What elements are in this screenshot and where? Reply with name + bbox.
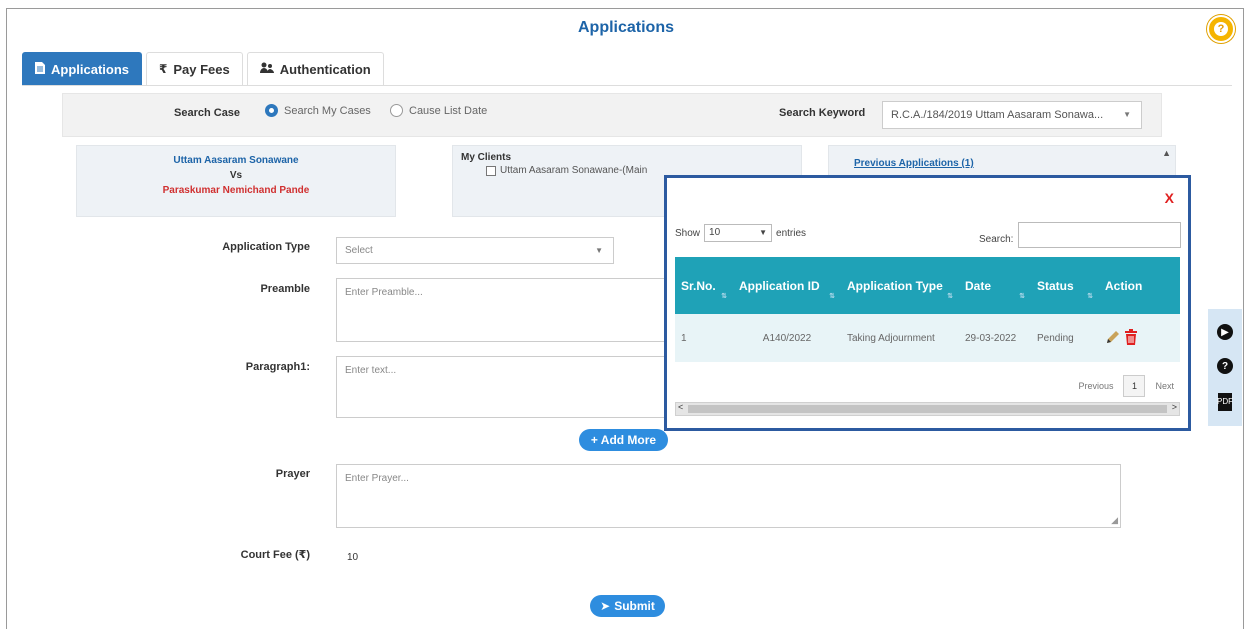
table-search-label: Search: (979, 234, 1014, 245)
cell-date: 29-03-2022 (959, 314, 1031, 362)
pagination-page[interactable]: 1 (1123, 375, 1146, 397)
radio-search-my-cases[interactable]: Search My Cases (265, 104, 371, 117)
preamble-placeholder: Enter Preamble... (345, 287, 423, 298)
application-type-value: Select (345, 245, 373, 256)
resize-handle-icon[interactable]: ◢ (1111, 515, 1118, 526)
radio-search-my-cases-label: Search My Cases (284, 104, 371, 117)
chevron-down-icon: ▼ (1123, 110, 1131, 119)
column-header: Action (1099, 257, 1180, 314)
sort-icon: ⇅ (721, 293, 727, 300)
search-bar: Search Case Search My Cases Cause List D… (62, 93, 1162, 137)
cell-status: Pending (1031, 314, 1099, 362)
cell-application-id: A140/2022 (733, 314, 841, 362)
search-keyword-label: Search Keyword (779, 107, 866, 119)
my-clients-title: My Clients (461, 152, 512, 163)
previous-applications-link[interactable]: Previous Applications (1) (854, 158, 974, 169)
entries-select[interactable]: 10 ▼ (704, 224, 773, 242)
court-fee-label: Court Fee (₹) (240, 549, 310, 561)
paragraph1-placeholder: Enter text... (345, 365, 397, 376)
petitioner-name: Uttam Aasaram Sonawane (173, 155, 299, 166)
scroll-right-icon[interactable]: > (1172, 402, 1177, 412)
pagination: Previous 1 Next (1078, 375, 1174, 397)
rupee-icon: ₹ (159, 62, 168, 76)
client-name: Uttam Aasaram Sonawane-(Main (500, 165, 648, 176)
tab-pay-fees-label: Pay Fees (173, 61, 230, 77)
case-parties: Uttam Aasaram Sonawane Vs Paraskumar Nem… (76, 145, 396, 217)
play-icon[interactable]: ▶ (1217, 324, 1233, 341)
search-case-label: Search Case (174, 107, 241, 119)
add-more-button[interactable]: + Add More (579, 429, 668, 451)
prayer-input[interactable]: Enter Prayer... ◢ (336, 464, 1121, 528)
tab-divider (22, 85, 1232, 86)
search-keyword-select[interactable]: R.C.A./184/2019 Uttam Aasaram Sonawa... … (882, 101, 1142, 129)
sort-icon: ⇅ (947, 293, 953, 300)
submit-button[interactable]: ➤ Submit (590, 595, 665, 617)
court-fee-value: 10 (347, 552, 359, 563)
tab-authentication[interactable]: Authentication (246, 52, 384, 85)
column-header[interactable]: Application ID ⇅ (733, 257, 841, 314)
sort-icon: ⇅ (829, 293, 835, 300)
column-header[interactable]: Sr.No. ⇅ (675, 257, 733, 314)
tab-applications-label: Applications (51, 61, 130, 77)
cell-application-type: Taking Adjournment (841, 314, 959, 362)
radio-cause-list-date[interactable]: Cause List Date (390, 104, 487, 117)
radio-dot (390, 104, 403, 117)
send-icon: ➤ (600, 599, 611, 613)
paragraph1-label: Paragraph1: (245, 361, 310, 373)
horizontal-scrollbar[interactable]: < > (675, 402, 1180, 416)
scroll-left-icon[interactable]: < (678, 402, 683, 412)
table-row: 1 A140/2022 Taking Adjournment 29-03-202… (675, 314, 1180, 362)
users-icon (259, 62, 274, 77)
submit-label: Submit (614, 599, 655, 613)
document-icon (35, 61, 45, 77)
tab-bar: Applications ₹ Pay Fees Authentication (22, 52, 388, 85)
tab-pay-fees[interactable]: ₹ Pay Fees (146, 52, 243, 85)
side-toolbar: ▶ ? PDF (1208, 309, 1242, 426)
pagination-previous[interactable]: Previous (1078, 381, 1113, 391)
radio-dot (265, 104, 278, 117)
tab-authentication-label: Authentication (279, 61, 371, 77)
search-keyword-value: R.C.A./184/2019 Uttam Aasaram Sonawa... (891, 109, 1104, 121)
show-label: Show (675, 227, 701, 239)
respondent-name: Paraskumar Nemichand Pande (162, 185, 310, 196)
column-header[interactable]: Status ⇅ (1031, 257, 1099, 314)
radio-cause-list-date-label: Cause List Date (409, 104, 488, 117)
application-type-select[interactable]: Select ▼ (336, 237, 614, 264)
chevron-down-icon: ▼ (759, 228, 768, 237)
preamble-input[interactable]: Enter Preamble... (336, 278, 666, 342)
edit-pencil-icon[interactable] (1105, 329, 1121, 348)
versus-label: Vs (229, 170, 243, 181)
scroll-up-icon[interactable]: ▲ (1162, 148, 1171, 158)
entries-value: 10 (709, 227, 721, 238)
scrollbar-thumb[interactable] (688, 405, 1167, 413)
close-icon[interactable]: X (1165, 190, 1174, 206)
pagination-next[interactable]: Next (1155, 381, 1174, 391)
question-icon[interactable]: ? (1217, 358, 1233, 375)
help-bubble-icon[interactable]: ? (1207, 15, 1235, 43)
prayer-placeholder: Enter Prayer... (345, 473, 409, 484)
chevron-down-icon: ▼ (595, 246, 603, 255)
cell-action (1099, 314, 1180, 362)
sort-icon: ⇅ (1019, 293, 1025, 300)
sort-icon: ⇅ (1087, 293, 1093, 300)
column-header[interactable]: Date ⇅ (959, 257, 1031, 314)
entries-label: entries (776, 227, 807, 239)
applications-table: Sr.No. ⇅ Application ID ⇅ Application Type… (675, 257, 1180, 362)
table-search-input[interactable] (1018, 222, 1181, 248)
checkbox-icon (486, 165, 496, 176)
page-title: Applications (577, 19, 674, 36)
tab-applications[interactable]: Applications (22, 52, 143, 85)
application-type-label: Application Type (222, 241, 310, 253)
column-header[interactable]: Application Type ⇅ (841, 257, 959, 314)
show-entries: Show 10 ▼ entries (675, 224, 806, 242)
cell-sr-no: 1 (675, 314, 733, 362)
delete-trash-icon[interactable] (1124, 328, 1138, 348)
prayer-label: Prayer (275, 468, 310, 480)
preamble-label: Preamble (260, 283, 310, 295)
pdf-icon[interactable]: PDF (1217, 392, 1233, 411)
previous-applications-modal: X Show 10 ▼ entries Search: Sr.No. ⇅ Appl… (664, 175, 1191, 431)
paragraph1-input[interactable]: Enter text... (336, 356, 666, 418)
